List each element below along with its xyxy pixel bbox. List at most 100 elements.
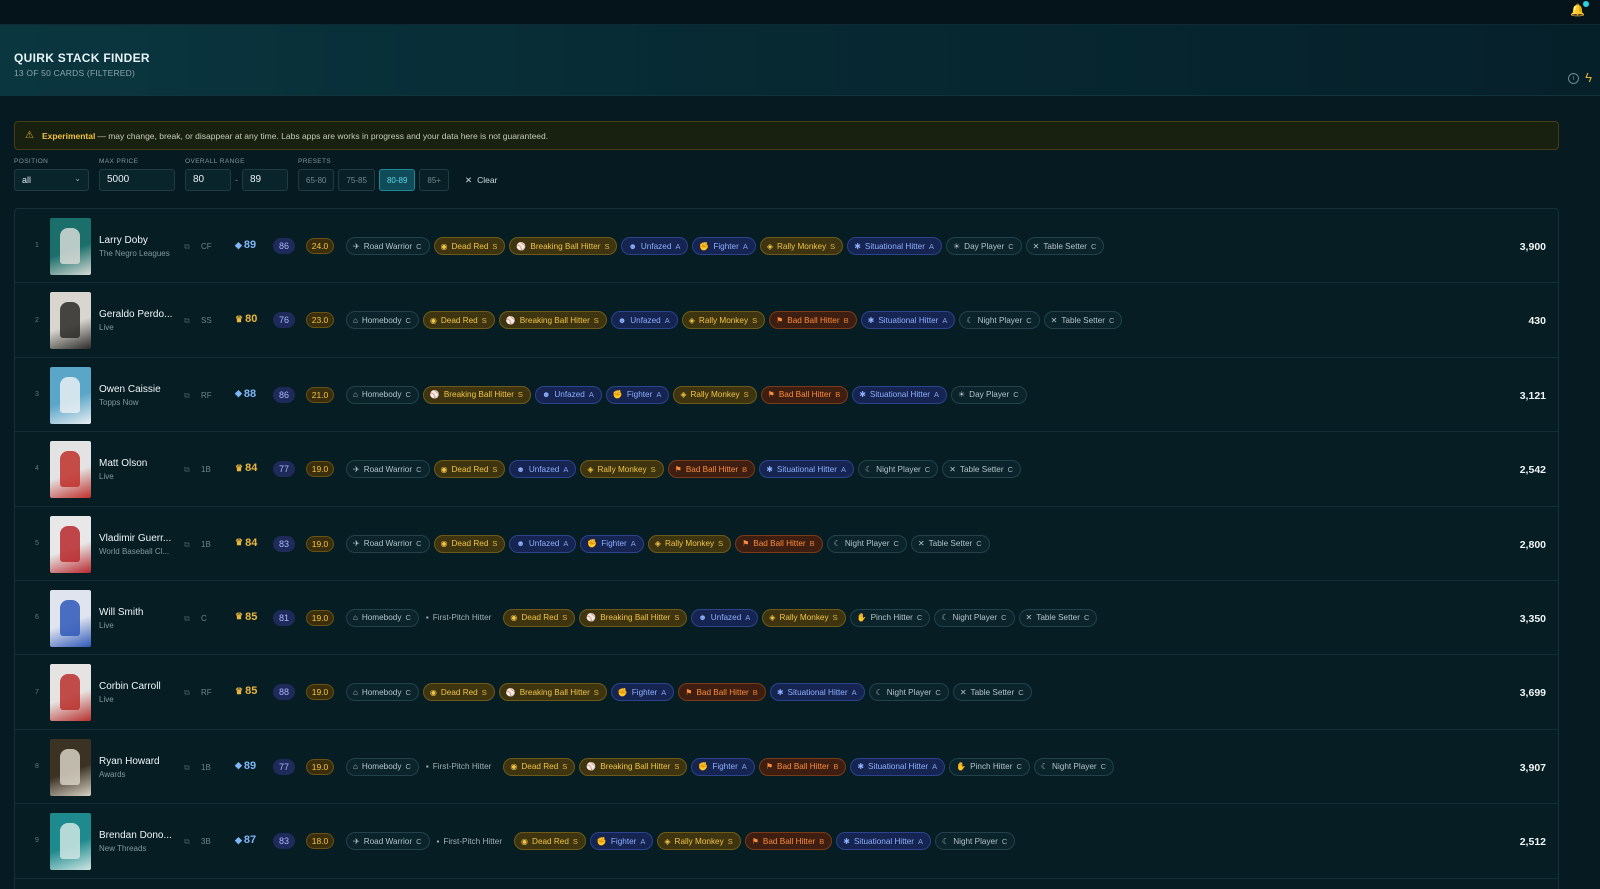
quirk-chip[interactable]: ✊ Fighter A <box>692 237 756 255</box>
table-row[interactable]: 5 Vladimir Guerr... World Baseball Cl... ⧉ 1… <box>15 507 1558 581</box>
quirk-chip[interactable]: ✱ Situational Hitter A <box>759 460 854 479</box>
quirk-chip[interactable]: ⚑ Bad Ball Hitter B <box>760 385 849 404</box>
quirk-chip[interactable]: ⌂ Homebody C <box>346 608 419 627</box>
player-name[interactable]: Brendan Dono... <box>99 830 172 841</box>
table-row[interactable]: 6 Will Smith Live ⧉ C ♛ 85 81 19.0 ⌂ Homebody C ▪ Fir… <box>15 581 1558 656</box>
quirk-chip[interactable]: ✈ Road Warrior C <box>346 460 430 479</box>
quirk-chip[interactable]: ◈ Rally Monkey S <box>673 385 757 404</box>
quirk-chip[interactable]: ☾ Night Player C <box>934 608 1015 627</box>
quirk-chip[interactable]: ◉ Dead Red S <box>503 757 576 776</box>
player-name[interactable]: Larry Doby <box>99 235 148 246</box>
quirk-chip[interactable]: ✱ Situational Hitter A <box>836 832 932 851</box>
quirk-chip[interactable]: ▪ First-Pitch Hitter <box>423 758 500 776</box>
quirk-chip[interactable]: ☀ Day Player C <box>945 237 1022 255</box>
quirk-chip[interactable]: ◉ Dead Red S <box>433 460 506 479</box>
quirk-chip[interactable]: ◉ Dead Red S <box>433 237 506 255</box>
quirk-chip[interactable]: ⚑ Bad Ball Hitter B <box>667 460 756 479</box>
quirk-chip[interactable]: ☾ Night Player C <box>959 311 1040 330</box>
preset-button[interactable]: 80-89 <box>378 169 416 191</box>
quirk-chip[interactable]: ✈ Road Warrior C <box>346 534 430 553</box>
quirk-chip[interactable]: ⚾ Breaking Ball Hitter S <box>422 385 531 404</box>
external-link-icon[interactable]: ⧉ <box>184 837 190 847</box>
table-row[interactable]: 8 Ryan Howard Awards ⧉ 1B ◆ 89 77 19.0 ⌂ Homebody C… <box>15 730 1558 805</box>
quirk-chip[interactable]: ✕ Table Setter C <box>942 460 1022 479</box>
external-link-icon[interactable]: ⧉ <box>184 242 190 252</box>
quirk-chip[interactable]: ◈ Rally Monkey S <box>647 534 732 553</box>
player-name[interactable]: Matt Olson <box>99 458 147 469</box>
quirk-chip[interactable]: ◉ Dead Red S <box>433 534 506 553</box>
quirk-chip[interactable]: ☻ Unfazed A <box>534 385 602 404</box>
quirk-chip[interactable]: ◉ Dead Red S <box>422 311 495 330</box>
player-name[interactable]: Owen Caissie <box>99 384 161 395</box>
quirk-chip[interactable]: ✊ Fighter A <box>605 385 670 404</box>
external-link-icon[interactable]: ⧉ <box>184 465 190 475</box>
table-row[interactable]: 1 Larry Doby The Negro Leagues ⧉ CF ◆ 89 86 24.0… <box>15 209 1558 284</box>
quirk-chip[interactable]: ◉ Dead Red S <box>422 683 495 702</box>
quirk-chip[interactable]: ⚾ Breaking Ball Hitter S <box>509 237 618 255</box>
quirk-chip[interactable]: ▪ First-Pitch Hitter <box>434 832 511 850</box>
quirk-chip[interactable]: ✱ Situational Hitter A <box>860 311 956 330</box>
bell-icon[interactable]: 🔔 <box>1570 1 1589 19</box>
player-name[interactable]: Geraldo Perdo... <box>99 309 172 320</box>
quirk-chip[interactable]: ◉ Dead Red S <box>503 608 576 627</box>
quirk-chip[interactable]: ✕ Table Setter C <box>1043 311 1123 330</box>
overall-min-input[interactable]: 80 <box>185 169 231 191</box>
quirk-chip[interactable]: ✕ Table Setter C <box>1018 608 1098 627</box>
preset-button[interactable]: 85+ <box>419 169 449 191</box>
quirk-chip[interactable]: ⚾ Breaking Ball Hitter S <box>579 757 688 776</box>
quirk-chip[interactable]: ✕ Table Setter C <box>1025 237 1105 255</box>
table-row[interactable]: 3 Owen Caissie Topps Now ⧉ RF ◆ 88 86 21.0 ⌂ Homeb… <box>15 358 1558 433</box>
quirk-chip[interactable]: ⚑ Bad Ball Hitter B <box>758 757 847 776</box>
table-row[interactable]: 2 Geraldo Perdo... Live ⧉ SS ♛ 80 76 23.0 ⌂ Homebo… <box>15 283 1558 358</box>
external-link-icon[interactable]: ⧉ <box>184 316 190 326</box>
quirk-chip[interactable]: ☾ Night Player C <box>935 832 1016 851</box>
quirk-chip[interactable]: ✱ Situational Hitter A <box>850 757 946 776</box>
quirk-chip[interactable]: ◈ Rally Monkey S <box>681 311 766 330</box>
table-row[interactable]: 7 Corbin Carroll Live ⧉ RF ♛ 85 88 19.0 ⌂ Homebody… <box>15 655 1558 730</box>
quirk-chip[interactable]: ⚑ Bad Ball Hitter B <box>744 832 833 851</box>
table-row[interactable]: 9 Brendan Dono... New Threads ⧉ 3B ◆ 87 83 18.0 ✈… <box>15 804 1558 879</box>
quirk-chip[interactable]: ✕ Table Setter C <box>952 683 1032 702</box>
quirk-chip[interactable]: ☻ Unfazed A <box>509 534 577 553</box>
player-name[interactable]: Ryan Howard <box>99 756 160 767</box>
quirk-chip[interactable]: ✊ Fighter A <box>691 757 755 776</box>
external-link-icon[interactable]: ⧉ <box>184 763 190 773</box>
max-price-input[interactable]: 5000 <box>99 169 175 191</box>
quirk-chip[interactable]: ☾ Night Player C <box>1033 757 1115 776</box>
quirk-chip[interactable]: ☀ Day Player C <box>951 385 1027 404</box>
quirk-chip[interactable]: ◈ Rally Monkey S <box>762 608 846 627</box>
quirk-chip[interactable]: ☾ Night Player C <box>826 534 907 553</box>
quirk-chip[interactable]: ✋ Pinch Hitter C <box>849 608 931 627</box>
quirk-chip[interactable]: ◈ Rally Monkey S <box>580 460 664 479</box>
preset-button[interactable]: 75-85 <box>338 169 375 191</box>
quirk-chip[interactable]: ◈ Rally Monkey S <box>657 832 741 851</box>
quirk-chip[interactable]: ◉ Dead Red S <box>514 832 586 851</box>
position-select[interactable]: all ⌄ <box>14 169 89 191</box>
quirk-chip[interactable]: ⚾ Breaking Ball Hitter S <box>498 683 607 702</box>
quirk-chip[interactable]: ☾ Night Player C <box>857 460 939 479</box>
quirk-chip[interactable]: ☾ Night Player C <box>868 683 949 702</box>
quirk-chip[interactable]: ⚑ Bad Ball Hitter B <box>769 311 857 330</box>
quirk-chip[interactable]: ⚑ Bad Ball Hitter B <box>678 683 766 702</box>
preset-button[interactable]: 65-80 <box>298 169 335 191</box>
quirk-chip[interactable]: ☻ Unfazed A <box>691 608 759 627</box>
quirk-chip[interactable]: ✊ Fighter A <box>580 534 644 553</box>
quirk-chip[interactable]: ✱ Situational Hitter A <box>847 237 942 255</box>
table-row[interactable]: 4 Matt Olson Live ⧉ 1B ♛ 84 77 19.0 ✈ Road Warrior… <box>15 432 1558 507</box>
quirk-chip[interactable]: ✊ Fighter A <box>589 832 654 851</box>
info-icon[interactable]: i <box>1568 72 1580 84</box>
quirk-chip[interactable]: ✈ Road Warrior C <box>346 832 430 851</box>
quirk-chip[interactable]: ⚾ Breaking Ball Hitter S <box>498 311 607 330</box>
quirk-chip[interactable]: ✋ Pinch Hitter C <box>949 757 1030 776</box>
quirk-chip[interactable]: ✈ Road Warrior C <box>346 237 430 255</box>
quirk-chip[interactable]: ☻ Unfazed A <box>621 237 689 255</box>
quirk-chip[interactable]: ✱ Situational Hitter A <box>852 385 947 404</box>
overall-max-input[interactable]: 89 <box>242 169 288 191</box>
external-link-icon[interactable]: ⧉ <box>184 614 190 624</box>
quirk-chip[interactable]: ✱ Situational Hitter A <box>769 683 865 702</box>
bolt-icon[interactable]: ϟ <box>1585 71 1592 84</box>
quirk-chip[interactable]: ▪ First-Pitch Hitter <box>423 609 500 627</box>
external-link-icon[interactable]: ⧉ <box>184 540 190 550</box>
external-link-icon[interactable]: ⧉ <box>184 688 190 698</box>
player-name[interactable]: Corbin Carroll <box>99 681 161 692</box>
